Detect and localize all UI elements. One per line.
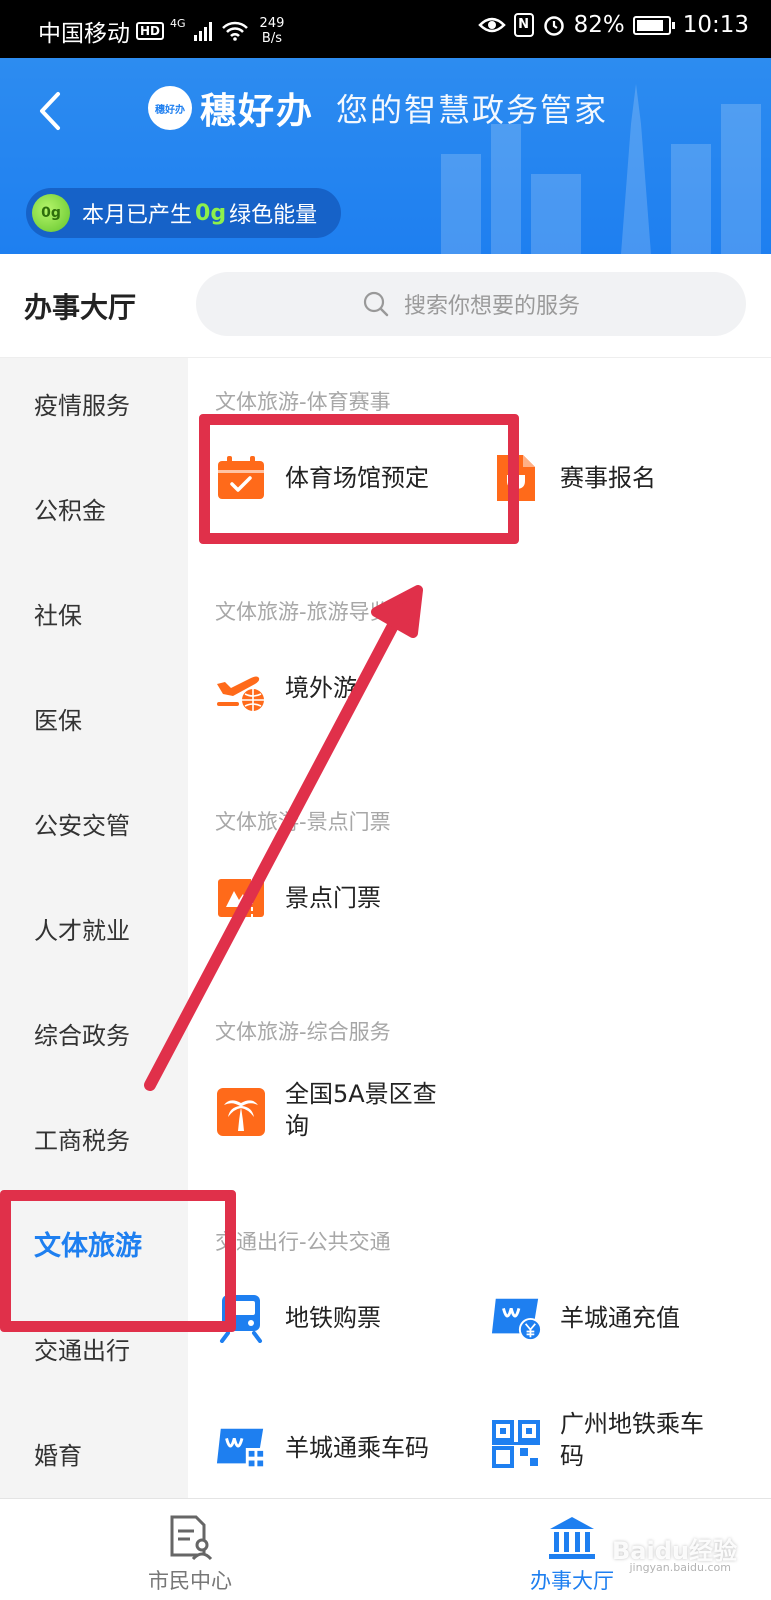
battery-percent: 82% (573, 12, 625, 38)
government-hall-icon (549, 1517, 595, 1559)
highlight-box-venue-booking (199, 414, 519, 544)
service-label-line1: 广州地铁乘车 (560, 1410, 704, 1438)
sidebar-item-general-affairs[interactable]: 综合政务 (34, 1016, 130, 1051)
status-left: 中国移动 HD 4G 249 B/s (38, 14, 284, 48)
net-speed-unit: B/s (261, 31, 282, 46)
service-yct-topup[interactable]: 羊城通充值 (490, 1292, 680, 1344)
service-label: 境外游 (285, 674, 357, 702)
hall-bar: 办事大厅 搜索你想要的服务 (0, 254, 771, 358)
energy-prefix: 本月已产生 (82, 203, 193, 228)
service-scenic-tickets[interactable]: 景点门票 (215, 872, 381, 924)
service-yct-ride-code[interactable]: 羊城通乘车码 (215, 1422, 429, 1474)
service-label: 赛事报名 (560, 464, 656, 492)
battery-icon (632, 15, 675, 35)
service-label: 全国5A景区查 询 (285, 1078, 437, 1142)
sidebar-item-business-tax[interactable]: 工商税务 (34, 1121, 130, 1156)
clock: 10:13 (682, 12, 749, 38)
service-label-line2: 码 (560, 1442, 584, 1470)
search-placeholder: 搜索你想要的服务 (403, 294, 580, 319)
nav-label: 市民中心 (148, 1569, 232, 1593)
search-input[interactable]: 搜索你想要的服务 (196, 272, 746, 336)
service-label: 景点门票 (285, 884, 381, 912)
brand-logo-icon: 穗好办 (148, 86, 192, 130)
back-button[interactable] (30, 86, 70, 136)
bottom-nav: 市民中心 办事大厅 Baidu经验 jingyan.baidu.com (0, 1498, 771, 1600)
section-title-public-transport: 交通出行-公共交通 (215, 1230, 391, 1254)
service-label-line1: 全国5A景区查 (285, 1080, 437, 1108)
section-title-tour-guide: 文体旅游-旅游导览 (215, 600, 391, 624)
nav-label: 办事大厅 (530, 1569, 614, 1593)
chevron-left-icon (40, 92, 60, 130)
highlight-box-culture-tourism (0, 1190, 236, 1332)
app-name: 穗好办 (200, 91, 315, 132)
app-header: 穗好办 穗好办 您的智慧政务管家 0g 本月已产生 0g 绿色能量 (0, 58, 771, 254)
brand: 穗好办 穗好办 您的智慧政务管家 (148, 82, 608, 134)
nav-government-hall[interactable]: 办事大厅 (530, 1515, 614, 1595)
status-bar: 中国移动 HD 4G 249 B/s N 82% 10:13 (0, 0, 771, 58)
sidebar-item-epidemic[interactable]: 疫情服务 (34, 386, 130, 421)
section-title-tickets: 文体旅游-景点门票 (215, 810, 391, 834)
service-metro-ride-code[interactable]: 广州地铁乘车 码 (490, 1408, 704, 1472)
sidebar-item-traffic-police[interactable]: 公安交管 (34, 806, 130, 841)
airplane-globe-icon (215, 662, 267, 714)
sidebar-item-employment[interactable]: 人才就业 (34, 911, 130, 946)
service-label: 广州地铁乘车 码 (560, 1408, 704, 1472)
card-qr-icon (215, 1422, 267, 1474)
carrier-label: 中国移动 (38, 21, 130, 47)
service-label: 地铁购票 (285, 1304, 381, 1332)
alarm-icon (543, 16, 564, 36)
palm-tree-icon (215, 1086, 267, 1138)
service-outbound-travel[interactable]: 境外游 (215, 662, 357, 714)
network-type: 4G (170, 16, 186, 30)
sidebar-item-transport[interactable]: 交通出行 (34, 1331, 130, 1366)
sidebar-item-medical-insurance[interactable]: 医保 (34, 701, 82, 736)
energy-badge-icon: 0g (32, 194, 70, 232)
signal-icon (193, 21, 212, 41)
baidu-watermark-url: jingyan.baidu.com (629, 1561, 731, 1574)
ticket-icon (215, 872, 267, 924)
section-title-sports: 文体旅游-体育赛事 (215, 390, 391, 414)
nav-citizen-center[interactable]: 市民中心 (148, 1515, 232, 1595)
energy-value: 0g (195, 200, 227, 226)
sidebar-item-social-security[interactable]: 社保 (34, 596, 82, 631)
service-label-line2: 询 (285, 1112, 309, 1140)
hd-badge: HD (136, 22, 165, 40)
card-yen-icon (490, 1292, 542, 1344)
eye-icon (477, 17, 506, 33)
sidebar-item-marriage[interactable]: 婚育 (34, 1436, 82, 1471)
status-right: N 82% 10:13 (477, 12, 749, 38)
service-5a-scenic-query[interactable]: 全国5A景区查 询 (215, 1078, 437, 1142)
sidebar-item-housing-fund[interactable]: 公积金 (34, 491, 106, 526)
energy-suffix: 绿色能量 (229, 203, 318, 228)
service-label: 羊城通乘车码 (285, 1434, 429, 1462)
section-title-general-service: 文体旅游-综合服务 (215, 1020, 391, 1044)
qr-code-icon (490, 1418, 542, 1470)
service-metro-ticket[interactable]: 地铁购票 (215, 1292, 381, 1344)
net-speed-value: 249 (259, 16, 285, 31)
net-speed: 249 B/s (260, 16, 285, 46)
search-icon (363, 291, 389, 317)
app-slogan: 您的智慧政务管家 (336, 91, 609, 129)
wifi-icon (221, 21, 248, 41)
page-title: 办事大厅 (24, 291, 137, 324)
green-energy-pill[interactable]: 0g 本月已产生 0g 绿色能量 (26, 188, 342, 238)
nfc-icon: N (513, 13, 534, 37)
service-label: 羊城通充值 (560, 1304, 680, 1332)
citizen-doc-icon (170, 1515, 213, 1561)
